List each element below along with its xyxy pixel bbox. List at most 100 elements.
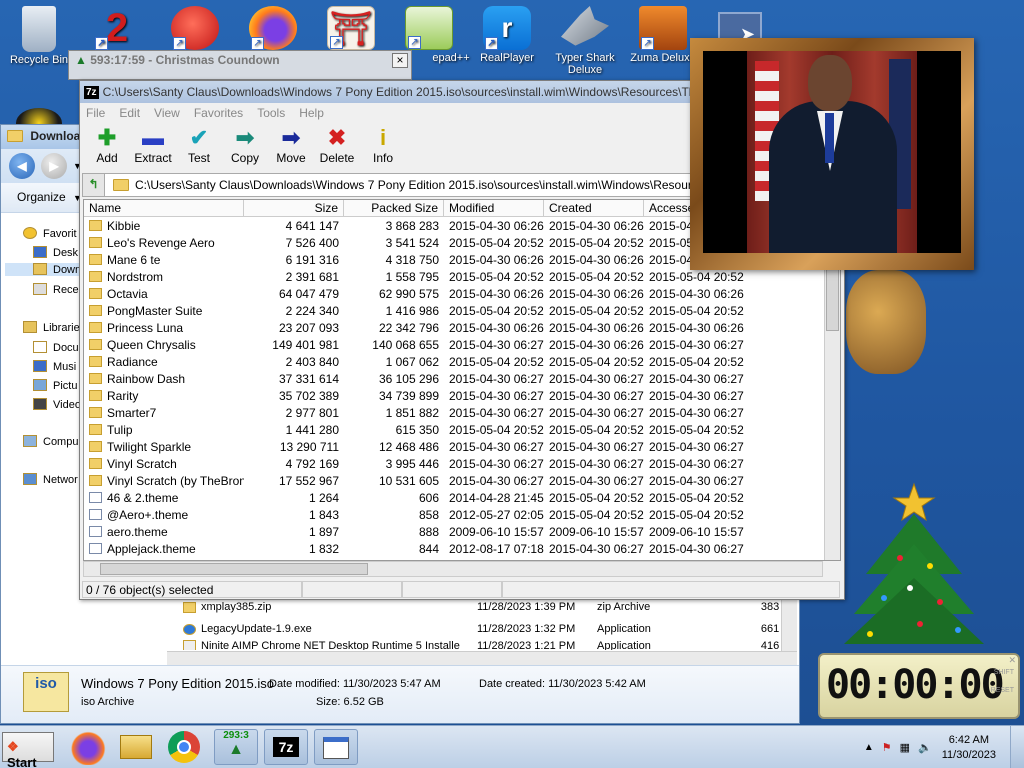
cell-text: 2009-06-10 15:57 xyxy=(649,524,744,539)
sidebar-item-music[interactable]: Musi xyxy=(33,360,76,373)
column-modified[interactable]: Modified xyxy=(444,200,544,216)
table-row[interactable]: Smarter7 2 977 801 1 851 882 2015-04-30 06:… xyxy=(84,404,840,421)
table-row[interactable]: PongMaster Suite 2 224 340 1 416 986 2015-0… xyxy=(84,302,840,319)
cell-modified: 2015-04-30 06:27 xyxy=(444,440,544,454)
desktop-shortcut-red-ball[interactable]: ↗ xyxy=(156,6,234,52)
tray-time: 6:42 AM xyxy=(948,733,990,746)
sidebar-item-recent[interactable]: Rece xyxy=(33,283,79,296)
realplayer-shortcut[interactable]: r ↗ RealPlayer xyxy=(468,6,546,64)
table-row[interactable]: Twilight Sparkle 13 290 711 12 468 486 2015… xyxy=(84,438,840,455)
gadget-close-icon[interactable]: ✕ xyxy=(1008,655,1016,666)
table-row[interactable]: Tulip 1 441 280 615 350 2015-05-04 20:52 201… xyxy=(84,421,840,438)
sidebar-item-videos[interactable]: Video xyxy=(33,398,81,411)
table-row[interactable]: Octavia 64 047 479 62 990 575 2015-04-30 06… xyxy=(84,285,840,302)
sidebar-item-downloads[interactable]: Down xyxy=(5,263,83,276)
table-row[interactable]: Queen Chrysalis 149 401 981 140 068 655 201… xyxy=(84,336,840,353)
christmas-countdown-window[interactable]: ▲ 593:17:59 - Christmas Coundown × xyxy=(68,50,412,80)
horizontal-scrollbar[interactable] xyxy=(83,561,823,577)
table-row[interactable]: @Aero+.theme 1 843 858 2012-05-27 02:05 2015… xyxy=(84,506,840,523)
cell-text: 2012-08-17 07:18 xyxy=(449,541,544,556)
list-item[interactable]: Ninite AIMP Chrome NET Desktop Runtime 5… xyxy=(181,640,797,650)
cell-name: Leo's Revenge Aero xyxy=(84,236,244,250)
taskbar-firefox[interactable] xyxy=(64,729,108,765)
table-row[interactable]: Princess Luna 23 207 093 22 342 796 2015-04… xyxy=(84,319,840,336)
list-item[interactable]: LegacyUpdate-1.9.exe 11/28/2023 1:32 PM … xyxy=(181,618,797,640)
menu-favorites[interactable]: Favorites xyxy=(194,106,243,120)
info-button[interactable]: i Info xyxy=(362,125,404,167)
shift-label[interactable]: SHIFT xyxy=(994,669,1014,676)
sidebar-item-favorites[interactable]: Favorit xyxy=(23,227,77,240)
show-hidden-icons-button[interactable]: ▲ xyxy=(864,742,874,753)
file-name: Ninite AIMP Chrome NET Desktop Runtime 5… xyxy=(201,640,460,650)
move-button[interactable]: ➡ Move xyxy=(270,125,312,167)
firefox-desktop-shortcut[interactable]: ↗ xyxy=(234,6,312,52)
sidebar-item-documents[interactable]: Docu xyxy=(33,341,79,354)
volume-icon[interactable]: 🔈 xyxy=(918,741,932,754)
number-two-icon: 2 ↗ xyxy=(93,6,141,50)
copy-button[interactable]: ➡ Copy xyxy=(224,125,266,167)
taskbar-countdown[interactable]: 293:3 ▲ xyxy=(214,729,258,765)
test-button[interactable]: ✔ Test xyxy=(178,125,220,167)
plus-icon: ✚ xyxy=(97,125,117,150)
sidebar-item-libraries[interactable]: Librarie xyxy=(23,321,80,334)
scroll-thumb[interactable] xyxy=(100,563,368,575)
table-row[interactable]: aero.theme 1 897 888 2009-06-10 15:57 2009-0… xyxy=(84,523,840,540)
network-icon[interactable]: ▦ xyxy=(900,741,910,754)
clock-area[interactable]: 6:42 AM 11/30/2023 xyxy=(942,733,996,763)
explorer-vscrollbar[interactable] xyxy=(781,597,797,651)
taskbar-7zip[interactable]: 7z xyxy=(264,729,308,765)
recycle-bin-shortcut[interactable]: Recycle Bin xyxy=(0,6,78,66)
forward-button[interactable]: ▶ xyxy=(41,153,67,179)
sidebar-item-network[interactable]: Networ xyxy=(23,473,78,486)
column-packed-size[interactable]: Packed Size xyxy=(344,200,444,216)
menu-help[interactable]: Help xyxy=(299,106,324,120)
picture-frame-gadget[interactable] xyxy=(690,38,974,270)
reset-label[interactable]: RESET xyxy=(991,687,1014,694)
table-row[interactable]: Vinyl Scratch (by TheBron... 17 552 967 10… xyxy=(84,472,840,489)
table-row[interactable]: Rainbow Dash 37 331 614 36 105 296 2015-04-… xyxy=(84,370,840,387)
digital-clock-gadget[interactable]: 00:00:00 SHIFT RESET ✕ xyxy=(818,653,1020,719)
column-created[interactable]: Created xyxy=(544,200,644,216)
back-button[interactable]: ◀ xyxy=(9,153,35,179)
sidebar-item-computer[interactable]: Compu xyxy=(23,435,78,448)
taskbar-explorer[interactable] xyxy=(114,729,158,765)
countdown-titlebar[interactable]: ▲ 593:17:59 - Christmas Coundown xyxy=(69,51,411,71)
column-name[interactable]: Name xyxy=(84,200,244,216)
folder-up-icon[interactable]: ↰ xyxy=(83,174,105,196)
desktop-shortcut-2[interactable]: 2 ↗ xyxy=(78,6,156,52)
taskbar-chrome[interactable] xyxy=(164,729,208,765)
folder-icon xyxy=(89,389,102,401)
table-row[interactable]: Nordstrom 2 391 681 1 558 795 2015-05-04 20… xyxy=(84,268,840,285)
shortcut-arrow-icon: ↗ xyxy=(173,37,186,50)
cell-accessed: 2015-04-30 06:27 xyxy=(644,406,744,420)
column-size[interactable]: Size xyxy=(244,200,344,216)
cell-text: 46 & 2.theme xyxy=(107,490,179,505)
table-row[interactable]: Rarity 35 702 389 34 739 899 2015-04-30 06:… xyxy=(84,387,840,404)
close-button[interactable]: × xyxy=(392,53,408,68)
action-center-icon[interactable]: ⚑ xyxy=(882,741,892,754)
table-row[interactable]: Vinyl Scratch 4 792 169 3 995 446 2015-04-3… xyxy=(84,455,840,472)
torii-desktop-shortcut[interactable]: ⛩ ↗ xyxy=(312,6,390,52)
table-row[interactable]: Applejack.theme 1 832 844 2012-08-17 07:18 2… xyxy=(84,540,840,557)
menu-edit[interactable]: Edit xyxy=(119,106,140,120)
taskbar-window[interactable] xyxy=(314,729,358,765)
christmas-tree-gadget xyxy=(844,482,984,644)
explorer-hscrollbar[interactable] xyxy=(167,651,797,665)
menu-file[interactable]: File xyxy=(86,106,105,120)
table-row[interactable]: 46 & 2.theme 1 264 606 2014-04-28 21:45 2015… xyxy=(84,489,840,506)
zuma-deluxe-label: Zuma Deluxe xyxy=(630,52,696,64)
menu-view[interactable]: View xyxy=(154,106,180,120)
sidebar-item-desktop[interactable]: Desk xyxy=(33,246,78,259)
menu-tools[interactable]: Tools xyxy=(257,106,285,120)
extract-button[interactable]: ▬ Extract xyxy=(132,125,174,167)
add-button[interactable]: ✚ Add xyxy=(86,125,128,167)
show-desktop-button[interactable] xyxy=(1010,726,1024,768)
table-row[interactable]: Radiance 2 403 840 1 067 062 2015-05-04 20:… xyxy=(84,353,840,370)
organize-button[interactable]: Organize xyxy=(17,190,66,204)
cell-text: Princess Luna xyxy=(107,320,184,335)
delete-button[interactable]: ✖ Delete xyxy=(316,125,358,167)
cell-text: 2015-04-30 06:26 xyxy=(449,320,544,335)
typer-shark-shortcut[interactable]: Typer Shark Deluxe xyxy=(546,6,624,76)
sidebar-item-pictures[interactable]: Pictu xyxy=(33,379,77,392)
start-button[interactable]: ❖ Start xyxy=(2,732,54,768)
